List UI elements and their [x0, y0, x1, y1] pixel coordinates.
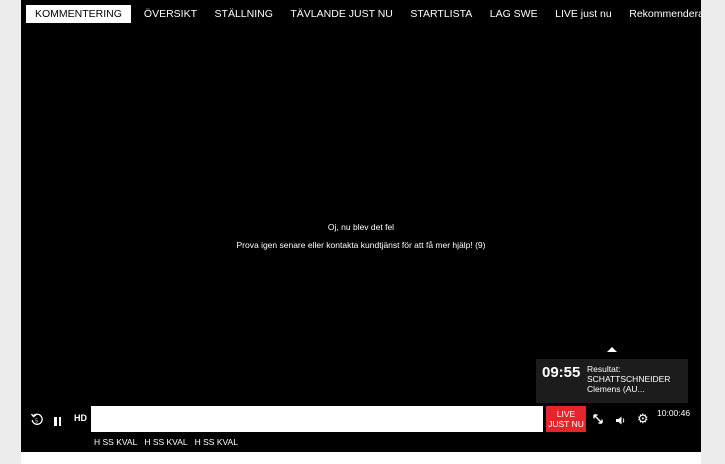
result-name-line2: Clemens (AU...	[587, 384, 645, 394]
live-label-line1: LIVE	[556, 409, 576, 419]
tab-tavlande-just-nu[interactable]: TÄVLANDE JUST NU	[283, 5, 400, 23]
timeline-marker[interactable]: H SS KVAL	[195, 437, 238, 447]
result-time: 09:55	[542, 364, 581, 381]
live-just-nu-button[interactable]: LIVE JUST NU	[546, 406, 586, 432]
timeline-marker[interactable]: H SS KVAL	[94, 437, 137, 447]
caret-up-icon[interactable]	[607, 347, 617, 352]
live-label-line2: JUST NU	[548, 419, 584, 429]
hd-button[interactable]: HD	[74, 413, 87, 423]
live-clock: 10:00:46	[657, 408, 691, 418]
timeline-scrubber[interactable]	[91, 406, 543, 432]
tab-kommentering[interactable]: KOMMENTERING	[26, 5, 131, 23]
replay-icon[interactable]: 5	[30, 412, 44, 426]
result-label: Resultat:	[587, 364, 621, 374]
result-card[interactable]: 09:55 Resultat: SCHATTSCHNEIDER Clemens …	[536, 359, 688, 403]
gear-icon[interactable]: ⚙	[637, 412, 649, 425]
tab-bar: KOMMENTERING ÖVERSIKT STÄLLNING TÄVLANDE…	[26, 5, 701, 23]
timeline-markers: H SS KVAL H SS KVAL H SS KVAL	[94, 437, 245, 447]
control-bar: 5 HD LIVE JUST NU ⚙ 10:00:46	[21, 405, 701, 433]
volume-icon[interactable]	[615, 413, 627, 425]
error-message: Prova igen senare eller kontakta kundtjä…	[236, 240, 486, 250]
tab-rekommenderat[interactable]: Rekommenderat	[622, 5, 701, 23]
tab-lag-swe[interactable]: LAG SWE	[483, 5, 545, 23]
timeline-marker[interactable]: H SS KVAL	[144, 437, 187, 447]
tab-startlista[interactable]: STARTLISTA	[403, 5, 479, 23]
video-player: KOMMENTERING ÖVERSIKT STÄLLNING TÄVLANDE…	[21, 0, 701, 452]
pause-icon[interactable]	[54, 413, 63, 431]
tab-oversikt[interactable]: ÖVERSIKT	[137, 5, 204, 23]
tab-live-just-nu[interactable]: LIVE just nu	[548, 5, 619, 23]
svg-text:5: 5	[35, 419, 38, 425]
page-content-area	[21, 452, 701, 464]
tab-stallning[interactable]: STÄLLNING	[208, 5, 280, 23]
result-details: Resultat: SCHATTSCHNEIDER Clemens (AU...	[587, 364, 687, 394]
result-name-line1: SCHATTSCHNEIDER	[587, 374, 671, 384]
error-title: Oj, nu blev det fel	[327, 222, 395, 232]
expand-icon[interactable]	[592, 412, 604, 424]
